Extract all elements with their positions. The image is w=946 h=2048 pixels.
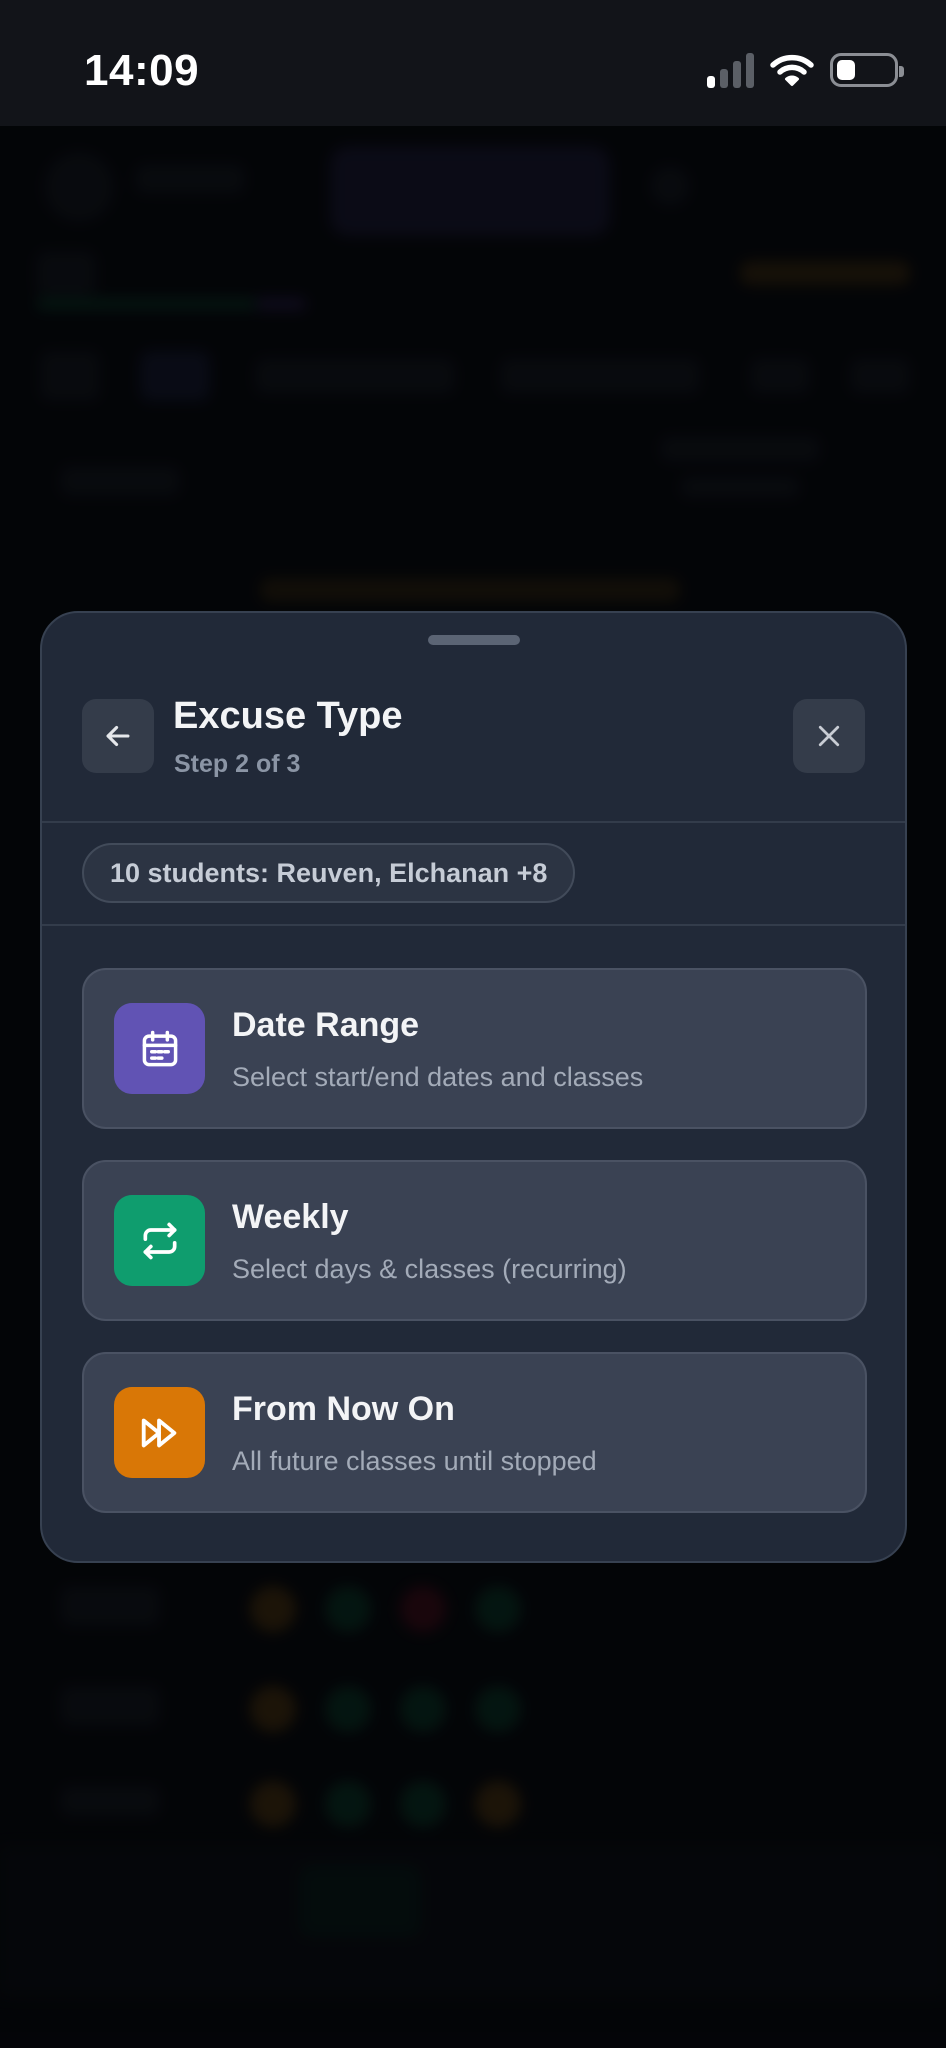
sheet-title: Excuse Type [173, 695, 403, 737]
option-title: Weekly [232, 1198, 349, 1236]
option-subtitle: All future classes until stopped [232, 1446, 597, 1476]
battery-icon [830, 53, 904, 87]
close-button[interactable] [793, 699, 865, 773]
status-bar: 14:09 [0, 0, 946, 126]
status-icons [707, 52, 904, 88]
fast-forward-icon [114, 1387, 205, 1478]
repeat-icon [114, 1195, 205, 1286]
header-divider [42, 821, 905, 823]
selected-students-chip: 10 students: Reuven, Elchanan +8 [82, 843, 576, 903]
step-indicator: Step 2 of 3 [174, 750, 301, 778]
option-subtitle: Select days & classes (recurring) [232, 1254, 627, 1284]
option-subtitle: Select start/end dates and classes [232, 1062, 644, 1092]
cellular-signal-icon [707, 52, 754, 88]
sheet-header: Excuse Type Step 2 of 3 [42, 613, 905, 823]
option-title: Date Range [232, 1006, 420, 1044]
chip-divider [42, 924, 905, 926]
option-from-now-on[interactable]: From Now On All future classes until sto… [82, 1352, 867, 1513]
status-time: 14:09 [84, 46, 200, 95]
option-title: From Now On [232, 1390, 455, 1428]
arrow-left-icon [106, 725, 130, 747]
wifi-icon [770, 54, 814, 86]
screen: 14:09 Excuse Type Step 2 of 3 10 student… [0, 0, 946, 2048]
excuse-type-sheet: Excuse Type Step 2 of 3 10 students: Reu… [40, 611, 907, 1563]
close-icon [818, 725, 840, 747]
calendar-icon [114, 1003, 205, 1094]
back-button[interactable] [82, 699, 154, 773]
option-weekly[interactable]: Weekly Select days & classes (recurring) [82, 1160, 867, 1321]
option-date-range[interactable]: Date Range Select start/end dates and cl… [82, 968, 867, 1129]
